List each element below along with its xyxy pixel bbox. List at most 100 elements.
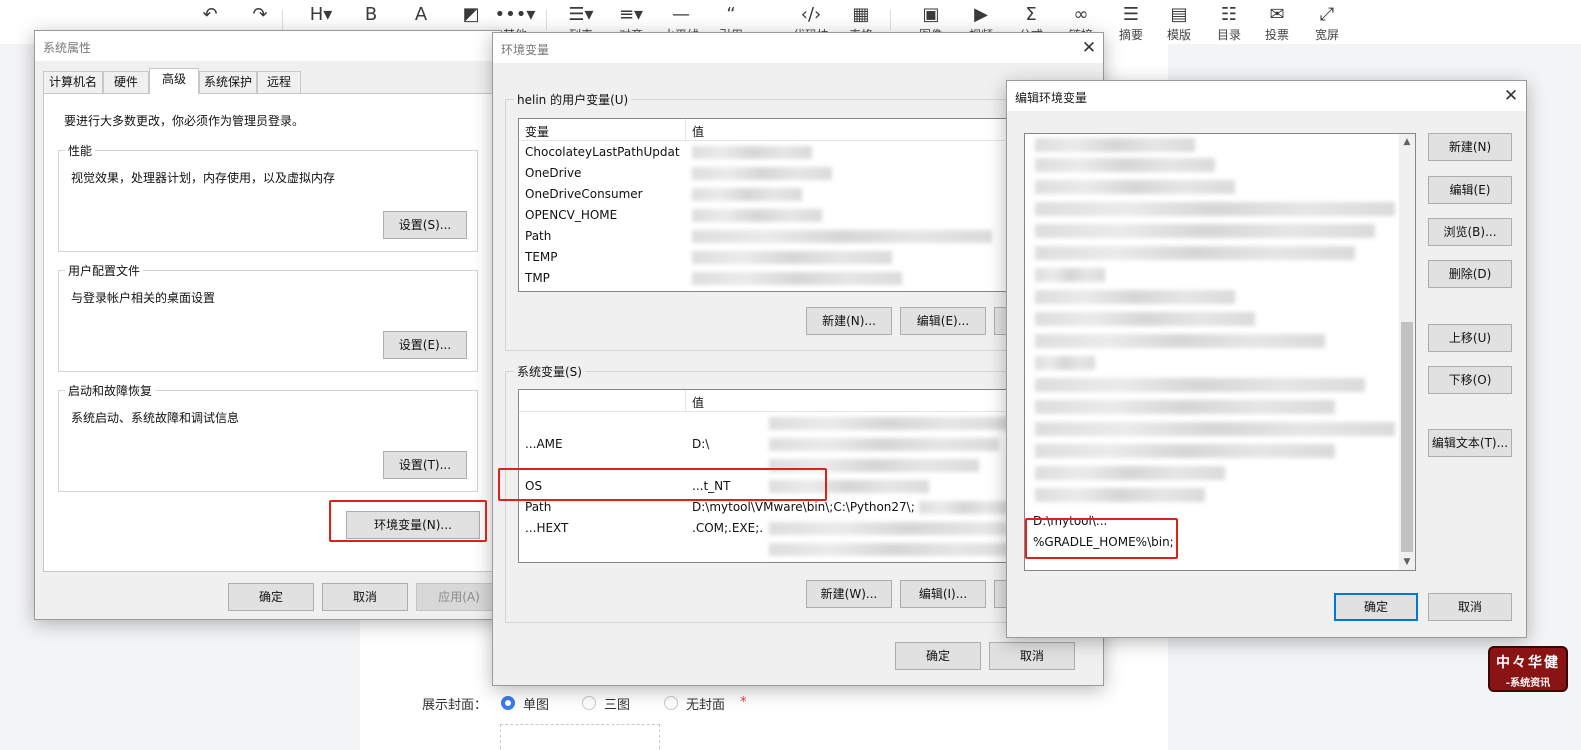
variable-value: ...t_NT — [692, 479, 731, 493]
path-entry[interactable]: D:\mytool\... — [1033, 514, 1107, 528]
browse-button[interactable]: 浏览(B)... — [1428, 218, 1512, 246]
vertical-scrollbar[interactable]: ▲ ▼ — [1399, 134, 1415, 570]
list-item[interactable]: ...HEXT .COM;.EXE;. — [519, 518, 1017, 539]
list-item[interactable] — [519, 413, 1017, 434]
quote-icon: “ — [726, 4, 736, 25]
advanced-tab-panel: 要进行大多数更改，你必须作为管理员登录。 性能 视觉效果，处理器计划，内存使用，… — [43, 93, 494, 572]
new-button[interactable]: 新建(N) — [1428, 133, 1512, 161]
toolbar-label: 模版 — [1166, 28, 1191, 42]
toc-button[interactable]: ☷ 目录 — [1204, 2, 1254, 44]
startup-recovery-group: 启动和故障恢复 系统启动、系统故障和调试信息 设置(T)... — [58, 382, 478, 492]
template-icon: ▤ — [1170, 4, 1188, 25]
user-variables-list[interactable]: 变量 值 ChocolateyLastPathUpdat OneDrive OneD… — [518, 118, 1018, 292]
list-item[interactable] — [519, 455, 1017, 476]
startup-recovery-settings-button[interactable]: 设置(T)... — [383, 451, 467, 479]
variable-name: ChocolateyLastPathUpdat — [525, 145, 680, 159]
wide-screen-button[interactable]: ⤢ 宽屏 — [1302, 2, 1352, 44]
image-icon: ▣ — [922, 4, 940, 25]
system-properties-window: 系统属性 计算机名 硬件 高级 系统保护 远程 要进行大多数更改，你必须作为管理… — [34, 30, 502, 620]
formula-icon: Σ — [1025, 4, 1037, 25]
system-edit-button[interactable]: 编辑(I)... — [900, 580, 986, 608]
list-item[interactable]: TMP — [519, 268, 1017, 289]
list-item[interactable]: OPENCV_HOME — [519, 205, 1017, 226]
system-variables-list[interactable]: 值 ...AME D:\ OS ...t_NT Path D:\mytool\VMware… — [518, 389, 1018, 563]
toolbar-separator — [890, 10, 891, 30]
cover-triple-radio[interactable] — [582, 696, 596, 710]
tab-advanced[interactable]: 高级 — [149, 68, 199, 94]
performance-group: 性能 视觉效果，处理器计划，内存使用，以及虚拟内存 设置(S)... — [58, 142, 478, 252]
apply-button[interactable]: 应用(A) — [416, 583, 502, 611]
summary-button[interactable]: ☰ 摘要 — [1106, 2, 1156, 44]
delete-button[interactable]: 删除(D) — [1428, 260, 1512, 288]
column-variable[interactable]: 变量 — [525, 123, 549, 140]
window-titlebar[interactable]: 编辑环境变量 ✕ — [1007, 81, 1526, 111]
tab-computer-name[interactable]: 计算机名 — [43, 71, 103, 93]
cancel-button[interactable]: 取消 — [322, 583, 408, 611]
list-item[interactable]: ...AME D:\ — [519, 434, 1017, 455]
performance-settings-button[interactable]: 设置(S)... — [383, 211, 467, 239]
move-down-button[interactable]: 下移(O) — [1428, 366, 1512, 394]
list-item[interactable]: OneDriveConsumer — [519, 184, 1017, 205]
path-entry-selected[interactable]: %GRADLE_HOME%\bin; — [1033, 535, 1174, 549]
list-item[interactable]: OneDrive — [519, 163, 1017, 184]
tab-system-protection[interactable]: 系统保护 — [199, 71, 257, 93]
system-new-button[interactable]: 新建(W)... — [806, 580, 892, 608]
scroll-down-icon[interactable]: ▼ — [1399, 554, 1415, 570]
list-header: 变量 值 — [519, 119, 1017, 141]
path-entries-list[interactable]: D:\mytool\... %GRADLE_HOME%\bin; ▲ ▼ — [1024, 133, 1416, 571]
scroll-thumb[interactable] — [1401, 322, 1413, 552]
template-button[interactable]: ▤ 模版 — [1154, 2, 1204, 44]
vote-icon: ✉ — [1269, 4, 1285, 25]
ok-button[interactable]: 确定 — [228, 583, 314, 611]
variable-name: ...HEXT — [525, 521, 569, 535]
heading-icon: H▾ — [309, 4, 333, 25]
cancel-button[interactable]: 取消 — [1428, 593, 1512, 621]
code-icon: ‹/› — [800, 4, 822, 25]
edit-button[interactable]: 编辑(E) — [1428, 176, 1512, 204]
list-item[interactable] — [519, 539, 1017, 560]
variable-name: TMP — [525, 271, 550, 285]
list-item[interactable]: ChocolateyLastPathUpdat — [519, 142, 1017, 163]
list-item[interactable]: OS ...t_NT — [519, 476, 1017, 497]
column-value[interactable]: 值 — [692, 123, 704, 140]
user-new-button[interactable]: 新建(N)... — [806, 307, 892, 335]
edit-text-button[interactable]: 编辑文本(T)... — [1428, 429, 1512, 457]
cover-none-radio[interactable] — [664, 696, 678, 710]
window-title: 系统属性 — [43, 41, 92, 55]
window-titlebar[interactable]: 系统属性 — [35, 31, 501, 61]
window-titlebar[interactable]: 环境变量 ✕ — [493, 33, 1103, 63]
window-title: 编辑环境变量 — [1015, 91, 1088, 105]
cover-triple-label[interactable]: 三图 — [604, 694, 630, 713]
performance-desc: 视觉效果，处理器计划，内存使用，以及虚拟内存 — [71, 171, 336, 185]
close-icon[interactable]: ✕ — [1079, 39, 1099, 59]
startup-recovery-desc: 系统启动、系统故障和调试信息 — [71, 411, 240, 425]
toolbar-separator — [546, 10, 547, 30]
close-icon[interactable]: ✕ — [1501, 87, 1521, 107]
ok-button[interactable]: 确定 — [1334, 593, 1418, 621]
column-value[interactable]: 值 — [692, 394, 704, 411]
user-profiles-title: 用户配置文件 — [65, 262, 144, 279]
environment-variables-button[interactable]: 环境变量(N)... — [346, 511, 480, 539]
cover-upload-box[interactable] — [500, 724, 660, 750]
cover-none-label[interactable]: 无封面 — [686, 694, 725, 713]
cover-single-radio[interactable] — [501, 696, 515, 710]
vote-button[interactable]: ✉ 投票 — [1252, 2, 1302, 44]
list-item[interactable]: el — [519, 560, 1017, 562]
move-up-button[interactable]: 上移(U) — [1428, 324, 1512, 352]
toolbar-label: 摘要 — [1118, 28, 1143, 42]
variable-value: D:\mytool\VMware\bin\;C:\Python27\; — [692, 500, 915, 514]
cover-single-label[interactable]: 单图 — [523, 694, 549, 713]
cancel-button[interactable]: 取消 — [989, 642, 1075, 670]
user-profiles-settings-button[interactable]: 设置(E)... — [383, 331, 467, 359]
list-item[interactable]: Path — [519, 226, 1017, 247]
ok-button[interactable]: 确定 — [895, 642, 981, 670]
list-item[interactable]: Path D:\mytool\VMware\bin\;C:\Python27\; — [519, 497, 1017, 518]
list-item[interactable]: TEMP — [519, 247, 1017, 268]
paint-bucket-icon: ◩ — [462, 4, 480, 25]
scroll-up-icon[interactable]: ▲ — [1399, 134, 1415, 150]
tab-hardware[interactable]: 硬件 — [103, 71, 149, 93]
tab-remote[interactable]: 远程 — [257, 71, 301, 93]
summary-icon: ☰ — [1122, 4, 1140, 25]
link-icon: ∞ — [1073, 4, 1089, 25]
user-edit-button[interactable]: 编辑(E)... — [900, 307, 986, 335]
